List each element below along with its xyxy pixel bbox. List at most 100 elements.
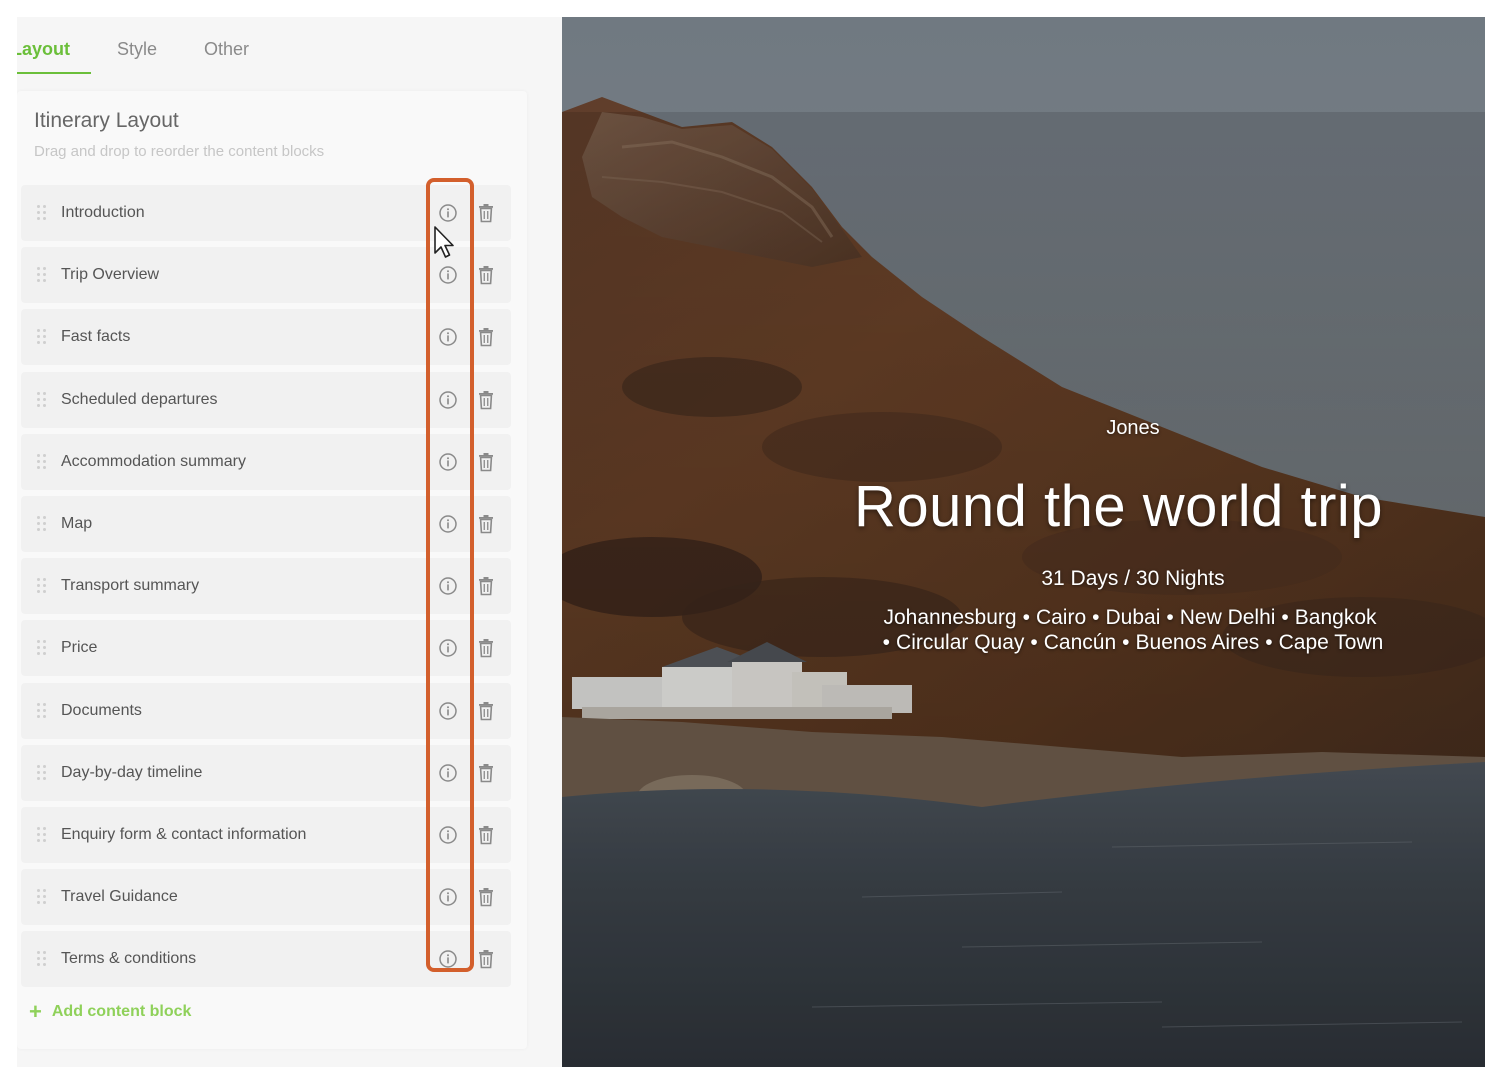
destination-name: Cairo — [1035, 606, 1087, 629]
info-button[interactable] — [434, 759, 462, 787]
destination-list: Johannesburg • Cairo • Dubai • New Delhi • Bangk… — [850, 605, 1410, 655]
content-block-drag-area[interactable]: Trip Overview — [21, 247, 423, 303]
drag-handle-icon[interactable] — [37, 702, 46, 719]
tab-other[interactable]: Other — [204, 39, 249, 60]
info-button[interactable] — [434, 448, 462, 476]
info-icon — [439, 577, 457, 595]
trash-icon — [479, 514, 493, 534]
delete-button[interactable] — [472, 759, 500, 787]
destination-name: New Delhi — [1179, 606, 1276, 629]
client-name: Jones — [1106, 417, 1160, 439]
content-block-drag-area[interactable]: Price — [21, 620, 423, 676]
bullet-separator: • — [1022, 606, 1030, 629]
content-block-drag-area[interactable]: Documents — [21, 683, 423, 739]
content-block-drag-area[interactable]: Map — [21, 496, 423, 552]
info-icon — [439, 888, 457, 906]
info-icon — [439, 453, 457, 471]
trash-icon — [479, 701, 493, 720]
delete-button[interactable] — [472, 510, 500, 538]
content-block-row: Price — [21, 620, 511, 677]
content-block-label: Documents — [61, 701, 142, 719]
panel-tabs: Layout Style Other — [17, 17, 562, 77]
info-button[interactable] — [434, 386, 462, 414]
drag-handle-icon[interactable] — [37, 826, 46, 843]
layout-editor-panel: Layout Style Other Itinerary Layout Drag… — [17, 17, 562, 1067]
drag-handle-icon[interactable] — [37, 453, 46, 470]
add-content-block-button[interactable]: + Add content block — [29, 1001, 191, 1023]
info-icon — [439, 701, 457, 720]
drag-handle-icon[interactable] — [37, 578, 46, 594]
drag-handle-icon[interactable] — [37, 205, 46, 221]
trip-title: Round the world trip — [854, 474, 1384, 539]
tab-layout[interactable]: Layout — [17, 39, 70, 60]
add-content-block-label: Add content block — [51, 1003, 192, 1020]
drag-handle-icon[interactable] — [37, 889, 46, 905]
info-icon — [439, 204, 457, 222]
info-button[interactable] — [434, 323, 462, 351]
delete-button[interactable] — [472, 572, 500, 600]
delete-button[interactable] — [472, 323, 500, 351]
info-icon — [439, 826, 457, 844]
drag-handle-icon[interactable] — [37, 515, 46, 532]
content-block-drag-area[interactable]: Accommodation summary — [21, 434, 423, 490]
info-button[interactable] — [434, 634, 462, 662]
content-block-drag-area[interactable]: Scheduled departures — [21, 372, 423, 428]
info-button[interactable] — [434, 572, 462, 600]
bullet-separator: • — [1092, 606, 1100, 629]
content-block-row: Terms & conditions — [21, 931, 511, 988]
info-button[interactable] — [434, 510, 462, 538]
content-block-drag-area[interactable]: Travel Guidance — [21, 869, 423, 925]
info-button[interactable] — [434, 261, 462, 289]
info-icon — [439, 390, 457, 409]
delete-button[interactable] — [472, 697, 500, 725]
info-icon — [439, 266, 457, 284]
drag-handle-icon[interactable] — [37, 391, 46, 408]
bullet-separator: • — [882, 631, 891, 654]
info-button[interactable] — [434, 821, 462, 849]
info-button[interactable] — [434, 945, 462, 973]
content-block-label: Price — [61, 639, 98, 657]
content-block-drag-area[interactable]: Enquiry form & contact information — [21, 807, 423, 863]
delete-button[interactable] — [472, 945, 500, 973]
trip-duration: 31 Days / 30 Nights — [1041, 567, 1225, 590]
drag-handle-icon[interactable] — [37, 640, 46, 656]
delete-button[interactable] — [472, 386, 500, 414]
info-icon — [439, 639, 457, 658]
info-button[interactable] — [434, 697, 462, 725]
content-block-drag-area[interactable]: Terms & conditions — [21, 931, 423, 987]
itinerary-preview: Jones Round the world trip 31 Days / 30 … — [562, 17, 1485, 1067]
content-block-row: Accommodation summary — [21, 433, 511, 490]
trash-icon — [479, 888, 493, 907]
delete-button[interactable] — [472, 199, 500, 227]
content-block-row: Introduction — [21, 185, 511, 241]
delete-button[interactable] — [472, 883, 500, 911]
delete-button[interactable] — [472, 634, 500, 662]
trash-icon — [479, 825, 493, 845]
drag-handle-icon[interactable] — [37, 267, 46, 283]
delete-button[interactable] — [472, 821, 500, 849]
destination-name: Cape Town — [1278, 631, 1384, 654]
drag-handle-icon[interactable] — [37, 951, 46, 967]
info-icon — [439, 763, 457, 782]
content-block-label: Day-by-day timeline — [61, 763, 203, 781]
content-block-row: Fast facts — [21, 309, 511, 366]
content-block-drag-area[interactable]: Transport summary — [21, 558, 423, 614]
content-block-row: Enquiry form & contact information — [21, 806, 511, 863]
content-block-drag-area[interactable]: Fast facts — [21, 309, 423, 365]
content-block-row: Scheduled departures — [21, 371, 511, 428]
delete-button[interactable] — [472, 448, 500, 476]
content-block-row: Documents — [21, 682, 511, 739]
trash-icon — [479, 763, 493, 782]
info-button[interactable] — [434, 883, 462, 911]
card-subtitle: Drag and drop to reorder the content blo… — [34, 143, 325, 160]
content-block-drag-area[interactable]: Day-by-day timeline — [21, 745, 423, 801]
tab-style[interactable]: Style — [117, 39, 157, 60]
trash-icon — [479, 390, 493, 409]
trash-icon — [479, 639, 493, 658]
info-button[interactable] — [434, 199, 462, 227]
delete-button[interactable] — [472, 261, 500, 289]
drag-handle-icon[interactable] — [37, 764, 46, 781]
drag-handle-icon[interactable] — [37, 329, 46, 345]
cover-text: Jones Round the world trip 31 Days / 30 … — [562, 17, 1485, 1067]
content-block-drag-area[interactable]: Introduction — [21, 185, 423, 241]
